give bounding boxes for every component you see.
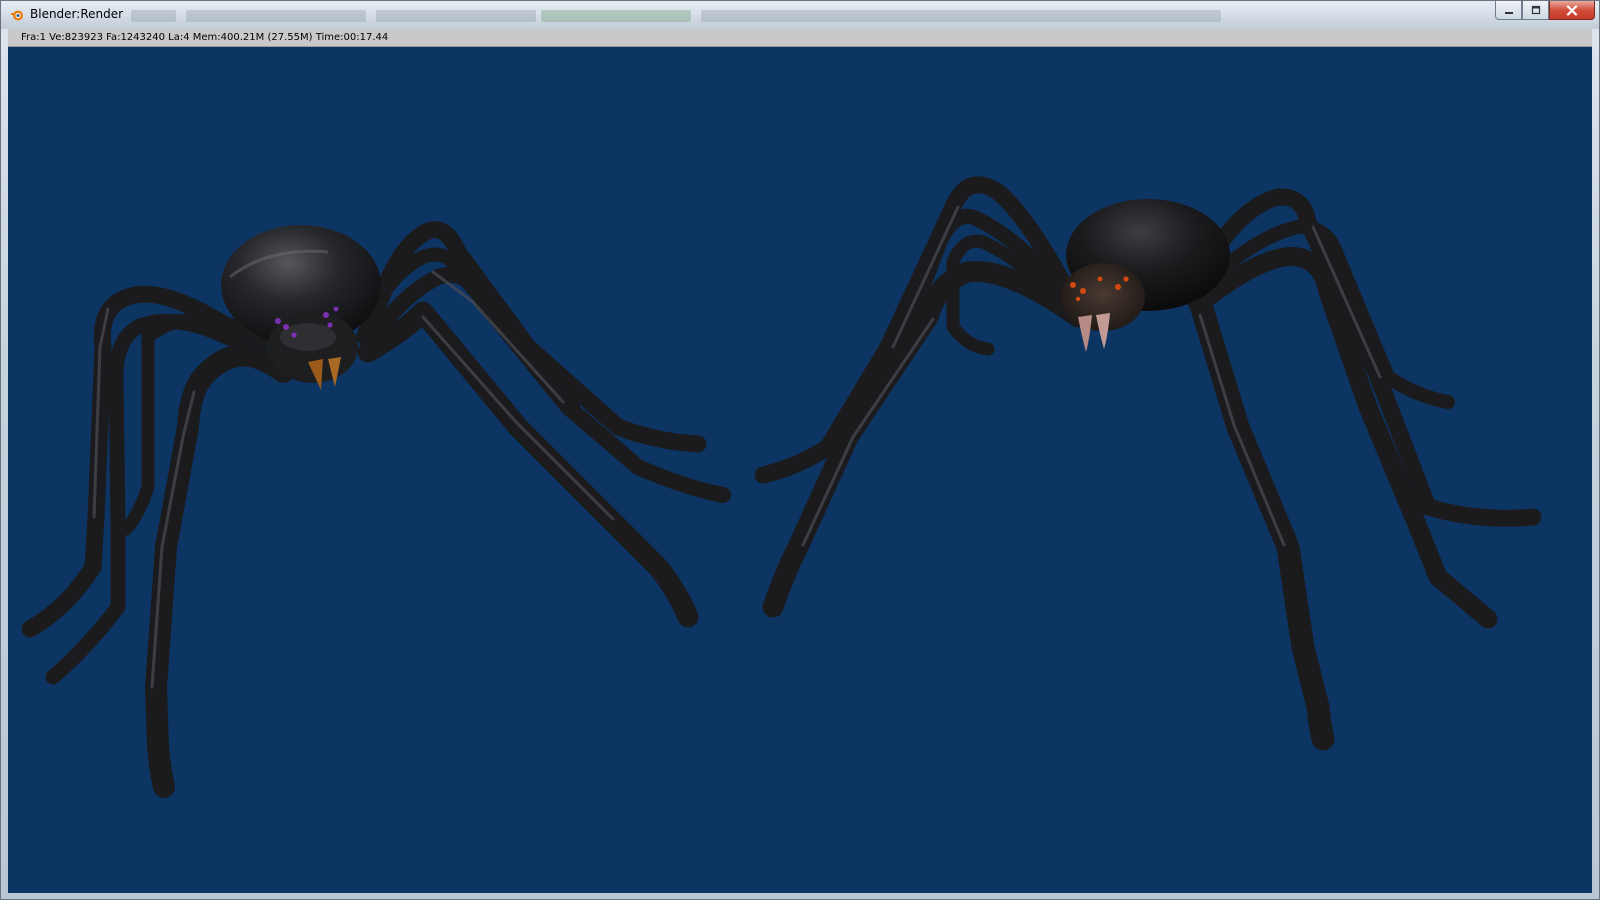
- minimize-button[interactable]: [1495, 1, 1522, 20]
- maximize-button[interactable]: [1522, 1, 1549, 20]
- blender-logo-icon: [11, 10, 23, 21]
- title-bar[interactable]: Blender:Render: [1, 1, 1599, 29]
- right-spider: [754, 176, 1542, 751]
- render-stats-text: Fra:1 Ve:823923 Fa:1243240 La:4 Mem:400.…: [21, 32, 389, 43]
- render-image: [21, 176, 1542, 798]
- left-spider: [21, 221, 731, 798]
- window-title: Blender:Render: [30, 7, 124, 21]
- render-viewport: [8, 47, 1592, 893]
- maximize-icon: [1531, 5, 1540, 15]
- close-button[interactable]: [1549, 1, 1595, 20]
- close-icon: [1566, 4, 1578, 16]
- background-window-ghost: [131, 10, 1231, 22]
- window-controls: [1495, 1, 1595, 21]
- render-window: Blender:Render Fra:1 Ve:823923 Fa:124324…: [0, 0, 1600, 900]
- minimize-icon: [1504, 12, 1513, 14]
- render-status-bar: Fra:1 Ve:823923 Fa:1243240 La:4 Mem:400.…: [8, 29, 1592, 47]
